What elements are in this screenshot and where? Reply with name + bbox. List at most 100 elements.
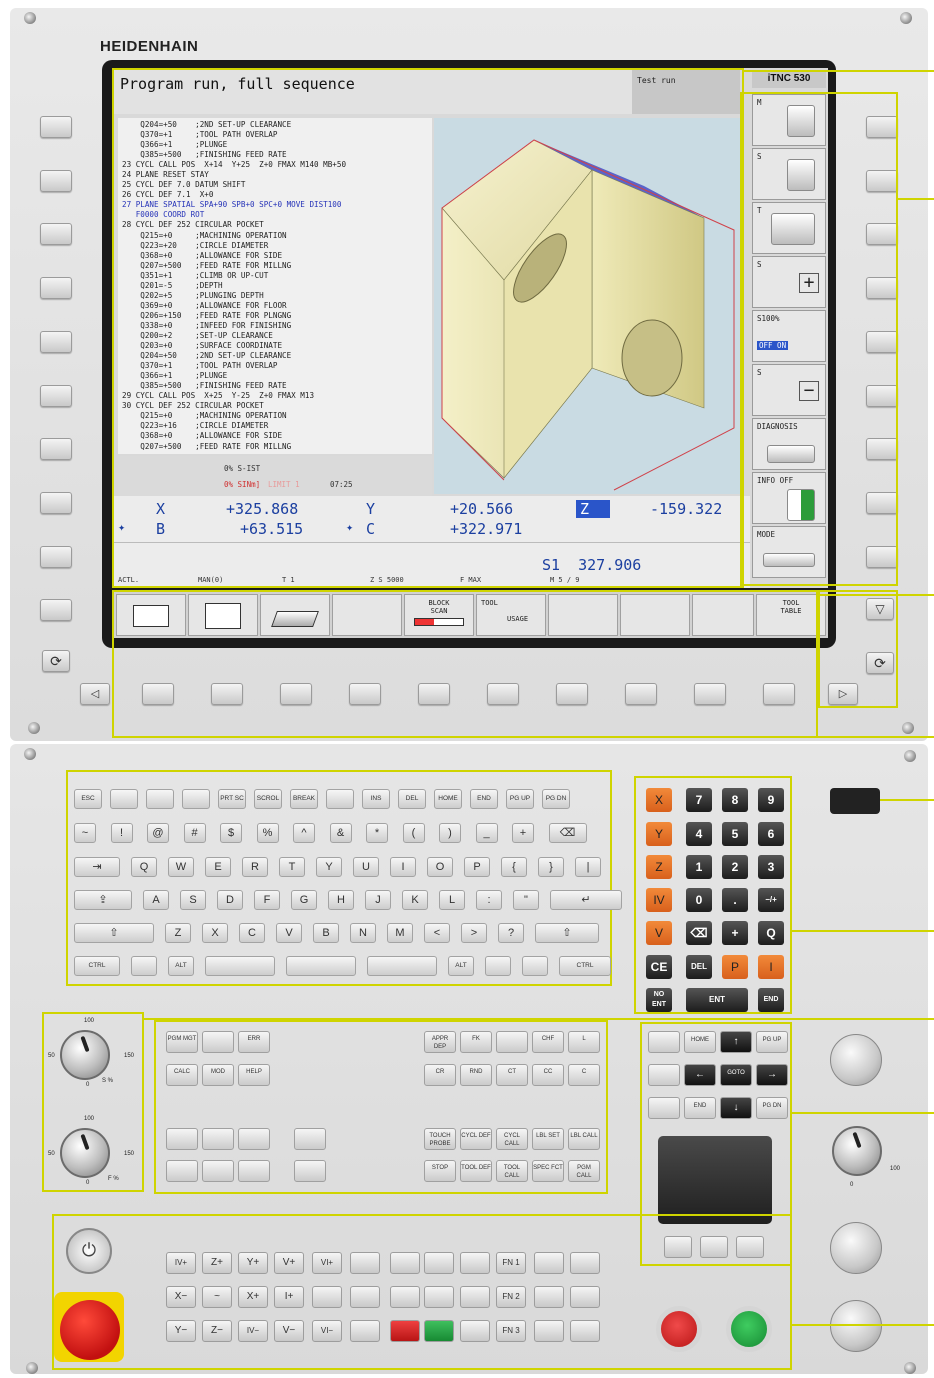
kbd-key-row3-4[interactable]: R [242, 857, 268, 877]
kbd-key-row6-8[interactable] [522, 956, 548, 976]
kbd-key-row2-9[interactable]: ( [402, 823, 425, 843]
kbd-key-row6-6[interactable]: ALT [448, 956, 474, 976]
no-ent-key[interactable]: NO ENT [646, 988, 672, 1012]
fkey-path-1-4[interactable]: C [568, 1064, 600, 1086]
numpad-key-5-1[interactable]: DEL [686, 955, 712, 979]
numpad-key-2-3[interactable]: 3 [758, 855, 784, 879]
machine-key-0-11[interactable] [570, 1252, 600, 1274]
kbd-key-row4-7[interactable]: J [365, 890, 391, 910]
numpad-key-5-2[interactable]: P [722, 955, 748, 979]
machine-key-1-6[interactable] [390, 1286, 420, 1308]
kbd-key-row4-8[interactable]: K [402, 890, 428, 910]
fkey-path-0-2[interactable] [496, 1031, 528, 1053]
kbd-key-row4-11[interactable]: " [513, 890, 539, 910]
kbd-key-row6-5[interactable] [367, 956, 437, 976]
operating-mode-key-1-2[interactable] [238, 1160, 270, 1182]
kbd-key-row3-12[interactable]: } [538, 857, 564, 877]
nc-stop-button[interactable] [656, 1306, 702, 1352]
kbd-key-row4-2[interactable]: S [180, 890, 206, 910]
kbd-key-row1-1[interactable] [110, 789, 138, 809]
numpad-key-3-1[interactable]: 0 [686, 888, 712, 912]
fkey-cycle-0-4[interactable]: LBL CALL [568, 1128, 600, 1150]
kbd-key-row2-0[interactable]: ~ [74, 823, 96, 843]
kbd-key-row3-10[interactable]: P [464, 857, 490, 877]
kbd-key-row4-10[interactable]: : [476, 890, 502, 910]
machine-key-2-0[interactable]: Y− [166, 1320, 196, 1342]
machine-key-0-2[interactable]: Y+ [238, 1252, 268, 1274]
power-button[interactable]: ⏻ [66, 1228, 112, 1274]
machine-key-0-7[interactable] [424, 1252, 454, 1274]
operating-mode-key-0-3[interactable] [294, 1128, 326, 1150]
rapid-override-knob[interactable] [832, 1126, 882, 1176]
kbd-key-row5-4[interactable]: V [276, 923, 302, 943]
fkey-cycle-1-1[interactable]: TOOL DEF [460, 1160, 492, 1182]
operating-mode-key-0-0[interactable] [166, 1128, 198, 1150]
expansion-button-2[interactable] [830, 1222, 882, 1274]
usb-port[interactable] [830, 788, 880, 814]
kbd-key-row5-0[interactable]: ⇧ [74, 923, 154, 943]
machine-key-2-3[interactable]: V− [274, 1320, 304, 1342]
machine-key-1-9[interactable]: FN 2 [496, 1286, 526, 1308]
operating-mode-key-0-2[interactable] [238, 1128, 270, 1150]
kbd-key-row2-4[interactable]: $ [220, 823, 242, 843]
kbd-key-row6-1[interactable] [131, 956, 157, 976]
kbd-key-row3-11[interactable]: { [501, 857, 527, 877]
expansion-button-1[interactable] [830, 1034, 882, 1086]
kbd-key-row3-1[interactable]: Q [131, 857, 157, 877]
numpad-key-5-3[interactable]: I [758, 955, 784, 979]
kbd-key-row3-6[interactable]: Y [316, 857, 342, 877]
machine-key-1-8[interactable] [460, 1286, 490, 1308]
machine-key-0-10[interactable] [534, 1252, 564, 1274]
machine-key-2-9[interactable]: FN 3 [496, 1320, 526, 1342]
numpad-key-3-2[interactable]: . [722, 888, 748, 912]
kbd-key-row3-2[interactable]: W [168, 857, 194, 877]
kbd-key-row2-8[interactable]: * [366, 823, 388, 843]
kbd-key-row3-7[interactable]: U [353, 857, 379, 877]
kbd-key-row2-6[interactable]: ^ [293, 823, 315, 843]
machine-key-0-3[interactable]: V+ [274, 1252, 304, 1274]
kbd-key-row5-2[interactable]: X [202, 923, 228, 943]
fkey-left-1-2[interactable]: HELP [238, 1064, 270, 1086]
kbd-key-row6-2[interactable]: ALT [168, 956, 194, 976]
nav-key-2-1[interactable]: END [684, 1097, 716, 1119]
kbd-key-row4-3[interactable]: D [217, 890, 243, 910]
bezel-key-left-5[interactable] [40, 331, 72, 353]
kbd-key-row1-0[interactable]: ESC [74, 789, 102, 809]
bezel-key-left-7[interactable] [40, 438, 72, 460]
numpad-key-5-0[interactable]: CE [646, 955, 672, 979]
numpad-key-0-1[interactable]: 7 [686, 788, 712, 812]
fkey-path-0-0[interactable]: APPR DEP [424, 1031, 456, 1053]
kbd-key-row4-5[interactable]: G [291, 890, 317, 910]
kbd-key-row1-4[interactable]: PRT SC [218, 789, 246, 809]
fkey-path-1-1[interactable]: RND [460, 1064, 492, 1086]
kbd-key-row2-5[interactable]: % [256, 823, 279, 843]
machine-key-0-8[interactable] [460, 1252, 490, 1274]
numpad-key-1-2[interactable]: 5 [722, 822, 748, 846]
bezel-key-left-9[interactable] [40, 546, 72, 568]
machine-key-2-7[interactable] [424, 1320, 454, 1342]
kbd-key-row3-8[interactable]: I [390, 857, 416, 877]
nav-key-0-1[interactable]: HOME [684, 1031, 716, 1053]
fkey-path-1-0[interactable]: CR [424, 1064, 456, 1086]
emergency-stop-button[interactable] [60, 1300, 120, 1360]
kbd-key-row5-1[interactable]: Z [165, 923, 191, 943]
kbd-key-row1-12[interactable]: PG UP [506, 789, 534, 809]
numpad-key-0-0[interactable]: X [646, 788, 672, 812]
numpad-key-4-0[interactable]: V [646, 921, 672, 945]
machine-key-2-4[interactable]: VI− [312, 1320, 342, 1342]
bezel-key-left-10[interactable] [40, 599, 72, 621]
operating-mode-key-1-3[interactable] [294, 1160, 326, 1182]
numpad-key-2-0[interactable]: Z [646, 855, 672, 879]
machine-key-2-1[interactable]: Z− [202, 1320, 232, 1342]
fkey-cycle-1-2[interactable]: TOOL CALL [496, 1160, 528, 1182]
nav-key-2-3[interactable]: PG DN [756, 1097, 788, 1119]
machine-key-0-5[interactable] [350, 1252, 380, 1274]
bezel-key-left-6[interactable] [40, 385, 72, 407]
operating-mode-key-0-1[interactable] [202, 1128, 234, 1150]
nav-key-0-2[interactable]: ↑ [720, 1031, 752, 1053]
fkey-left-0-2[interactable]: ERR [238, 1031, 270, 1053]
machine-key-0-1[interactable]: Z+ [202, 1252, 232, 1274]
bezel-key-left-1[interactable] [40, 116, 72, 138]
machine-key-2-10[interactable] [534, 1320, 564, 1342]
machine-key-1-2[interactable]: X+ [238, 1286, 268, 1308]
